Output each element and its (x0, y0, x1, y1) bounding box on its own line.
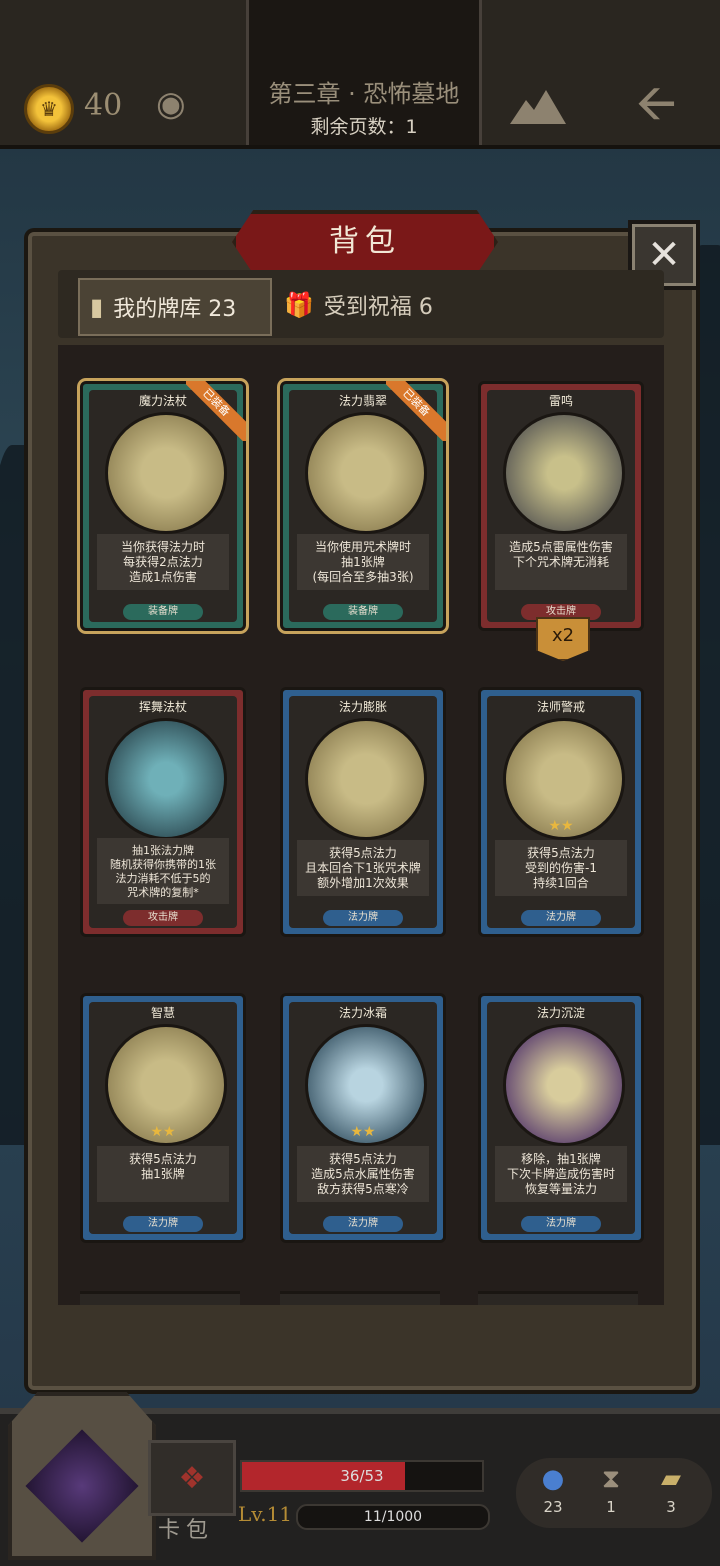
level-label: Lv.11 (238, 1502, 293, 1526)
top-bar: ♛ 40 ◉ 第三章 · 恐怖墓地 剩余页数：1 🡨 (0, 0, 720, 149)
hp-bar: 36/53 (240, 1460, 484, 1492)
card-wisdom[interactable]: 智慧 ★★ 获得5点法力 抽1张牌 法力牌 (80, 993, 246, 1243)
stat-potion[interactable]: ● 23 (528, 1464, 578, 1516)
tab-label: 受到祝福 6 (323, 295, 433, 320)
card-name: 雷鸣 (548, 394, 573, 408)
card-type: 装备牌 (123, 604, 203, 620)
card-mana-staff[interactable]: 魔力法杖 当你获得法力时 每获得2点法力 造成1点伤害 装备牌 已装备 (80, 381, 246, 631)
stat-value: 3 (666, 1498, 676, 1516)
shadow-art-icon (503, 1024, 625, 1146)
card-name: 挥舞法杖 (138, 700, 187, 714)
coin-icon: ♛ (24, 84, 74, 134)
tab-blessings[interactable]: 🎁 受到祝福 6 (274, 278, 464, 332)
equipped-ribbon: 已装备 (386, 381, 446, 441)
card-desc: 当你获得法力时 每获得2点法力 造成1点伤害 (97, 534, 229, 590)
panel-title: 背包 (329, 224, 401, 259)
card-type: 攻击牌 (123, 910, 203, 926)
xp-bar: 11/1000 (296, 1504, 490, 1530)
card-wave-staff[interactable]: 挥舞法杖 抽1张法力牌 随机获得你携带的1张 法力消耗不低于5的 咒术牌的复制*… (80, 687, 246, 937)
card-type: 装备牌 (323, 604, 403, 620)
chapter-box: 第三章 · 恐怖墓地 剩余页数：1 (246, 0, 482, 145)
equipped-ribbon: 已装备 (186, 381, 246, 441)
card-bag-label: 卡包 (158, 1518, 215, 1543)
card-partial (478, 1291, 638, 1305)
xp-text: 11/1000 (363, 1509, 423, 1525)
panel-title-banner: 背包 (232, 210, 498, 274)
card-mana-frost[interactable]: 法力冰霜 ★★ 获得5点法力 造成5点水属性伤害 敌方获得5点寒冷 法力牌 (280, 993, 446, 1243)
star-rating: ★★ (548, 818, 574, 834)
card-thunder[interactable]: 雷鸣 造成5点雷属性伤害 下个咒术牌无消耗 攻击牌 (478, 381, 644, 631)
stat-cards[interactable]: ▰ 3 (646, 1464, 696, 1516)
card-name: 法力膨胀 (338, 700, 387, 714)
eye-icon[interactable]: ◉ (156, 84, 204, 126)
card-grid: 魔力法杖 当你获得法力时 每获得2点法力 造成1点伤害 装备牌 已装备 法力翡翠… (58, 345, 664, 1305)
card-mana-surge[interactable]: 法力膨胀 获得5点法力 且本回合下1张咒术牌 额外增加1次效果 法力牌 (280, 687, 446, 937)
gift-icon: 🎁 (284, 291, 314, 319)
back-arrow-icon[interactable]: 🡨 (636, 78, 677, 128)
card-icon: ▮ (90, 293, 104, 321)
card-desc: 造成5点雷属性伤害 下个咒术牌无消耗 (495, 534, 627, 590)
card-name: 法师警戒 (536, 700, 585, 714)
mountain-icon[interactable] (508, 80, 568, 128)
card-count-badge: x2 (536, 617, 590, 661)
tab-label: 我的牌库 23 (113, 297, 237, 322)
card-bag-icon: ❖ (178, 1460, 206, 1496)
crystal-icon (25, 1429, 139, 1543)
card-type: 法力牌 (123, 1216, 203, 1232)
tab-my-deck[interactable]: ▮ 我的牌库 23 (78, 278, 272, 336)
stat-value: 1 (606, 1498, 616, 1516)
card-bag-button[interactable]: ❖ (148, 1440, 236, 1516)
card-desc: 获得5点法力 且本回合下1张咒术牌 额外增加1次效果 (297, 840, 429, 896)
card-name: 法力冰霜 (338, 1006, 387, 1020)
pages-remaining: 剩余页数：1 (310, 116, 418, 138)
stat-hourglass[interactable]: ⧗ 1 (586, 1464, 636, 1516)
card-name: 法力沉淀 (536, 1006, 585, 1020)
card-desc: 当你使用咒术牌时 抽1张牌 (每回合至多抽3张) (297, 534, 429, 590)
card-partial (80, 1291, 240, 1305)
star-rating: ★★ (350, 1124, 376, 1140)
card-mana-emerald[interactable]: 法力翡翠 当你使用咒术牌时 抽1张牌 (每回合至多抽3张) 装备牌 已装备 (280, 381, 446, 631)
card-mana-settle[interactable]: 法力沉淀 移除，抽1张牌 下次卡牌造成伤害时 恢复等量法力 法力牌 (478, 993, 644, 1243)
card-partial (280, 1291, 440, 1305)
card-mage-guard[interactable]: 法师警戒 ★★ 获得5点法力 受到的伤害-1 持续1回合 法力牌 (478, 687, 644, 937)
hp-text: 36/53 (340, 1467, 384, 1485)
lightning-art-icon (503, 412, 625, 534)
chapter-title: 第三章 · 恐怖墓地 (268, 80, 460, 108)
card-type: 法力牌 (521, 1216, 601, 1232)
card-desc: 抽1张法力牌 随机获得你携带的1张 法力消耗不低于5的 咒术牌的复制* (97, 838, 229, 904)
star-rating: ★★ (150, 1124, 176, 1140)
potion-icon: ● (541, 1464, 565, 1494)
card-desc: 获得5点法力 抽1张牌 (97, 1146, 229, 1202)
coin-count: 40 (84, 88, 123, 123)
card-name: 智慧 (150, 1006, 175, 1020)
tab-bar: ▮ 我的牌库 23 🎁 受到祝福 6 (58, 270, 664, 338)
surge-art-icon (305, 718, 427, 840)
card-type: 法力牌 (323, 1216, 403, 1232)
card-type: 法力牌 (323, 910, 403, 926)
stat-value: 23 (543, 1498, 563, 1516)
cards-icon: ▰ (661, 1464, 681, 1494)
card-desc: 获得5点法力 受到的伤害-1 持续1回合 (495, 840, 627, 896)
mage-art-icon (105, 718, 227, 840)
hourglass-icon: ⧗ (601, 1464, 621, 1494)
card-type: 法力牌 (521, 910, 601, 926)
card-desc: 移除，抽1张牌 下次卡牌造成伤害时 恢复等量法力 (495, 1146, 627, 1202)
hero-portrait[interactable] (8, 1392, 156, 1560)
card-desc: 获得5点法力 造成5点水属性伤害 敌方获得5点寒冷 (297, 1146, 429, 1202)
